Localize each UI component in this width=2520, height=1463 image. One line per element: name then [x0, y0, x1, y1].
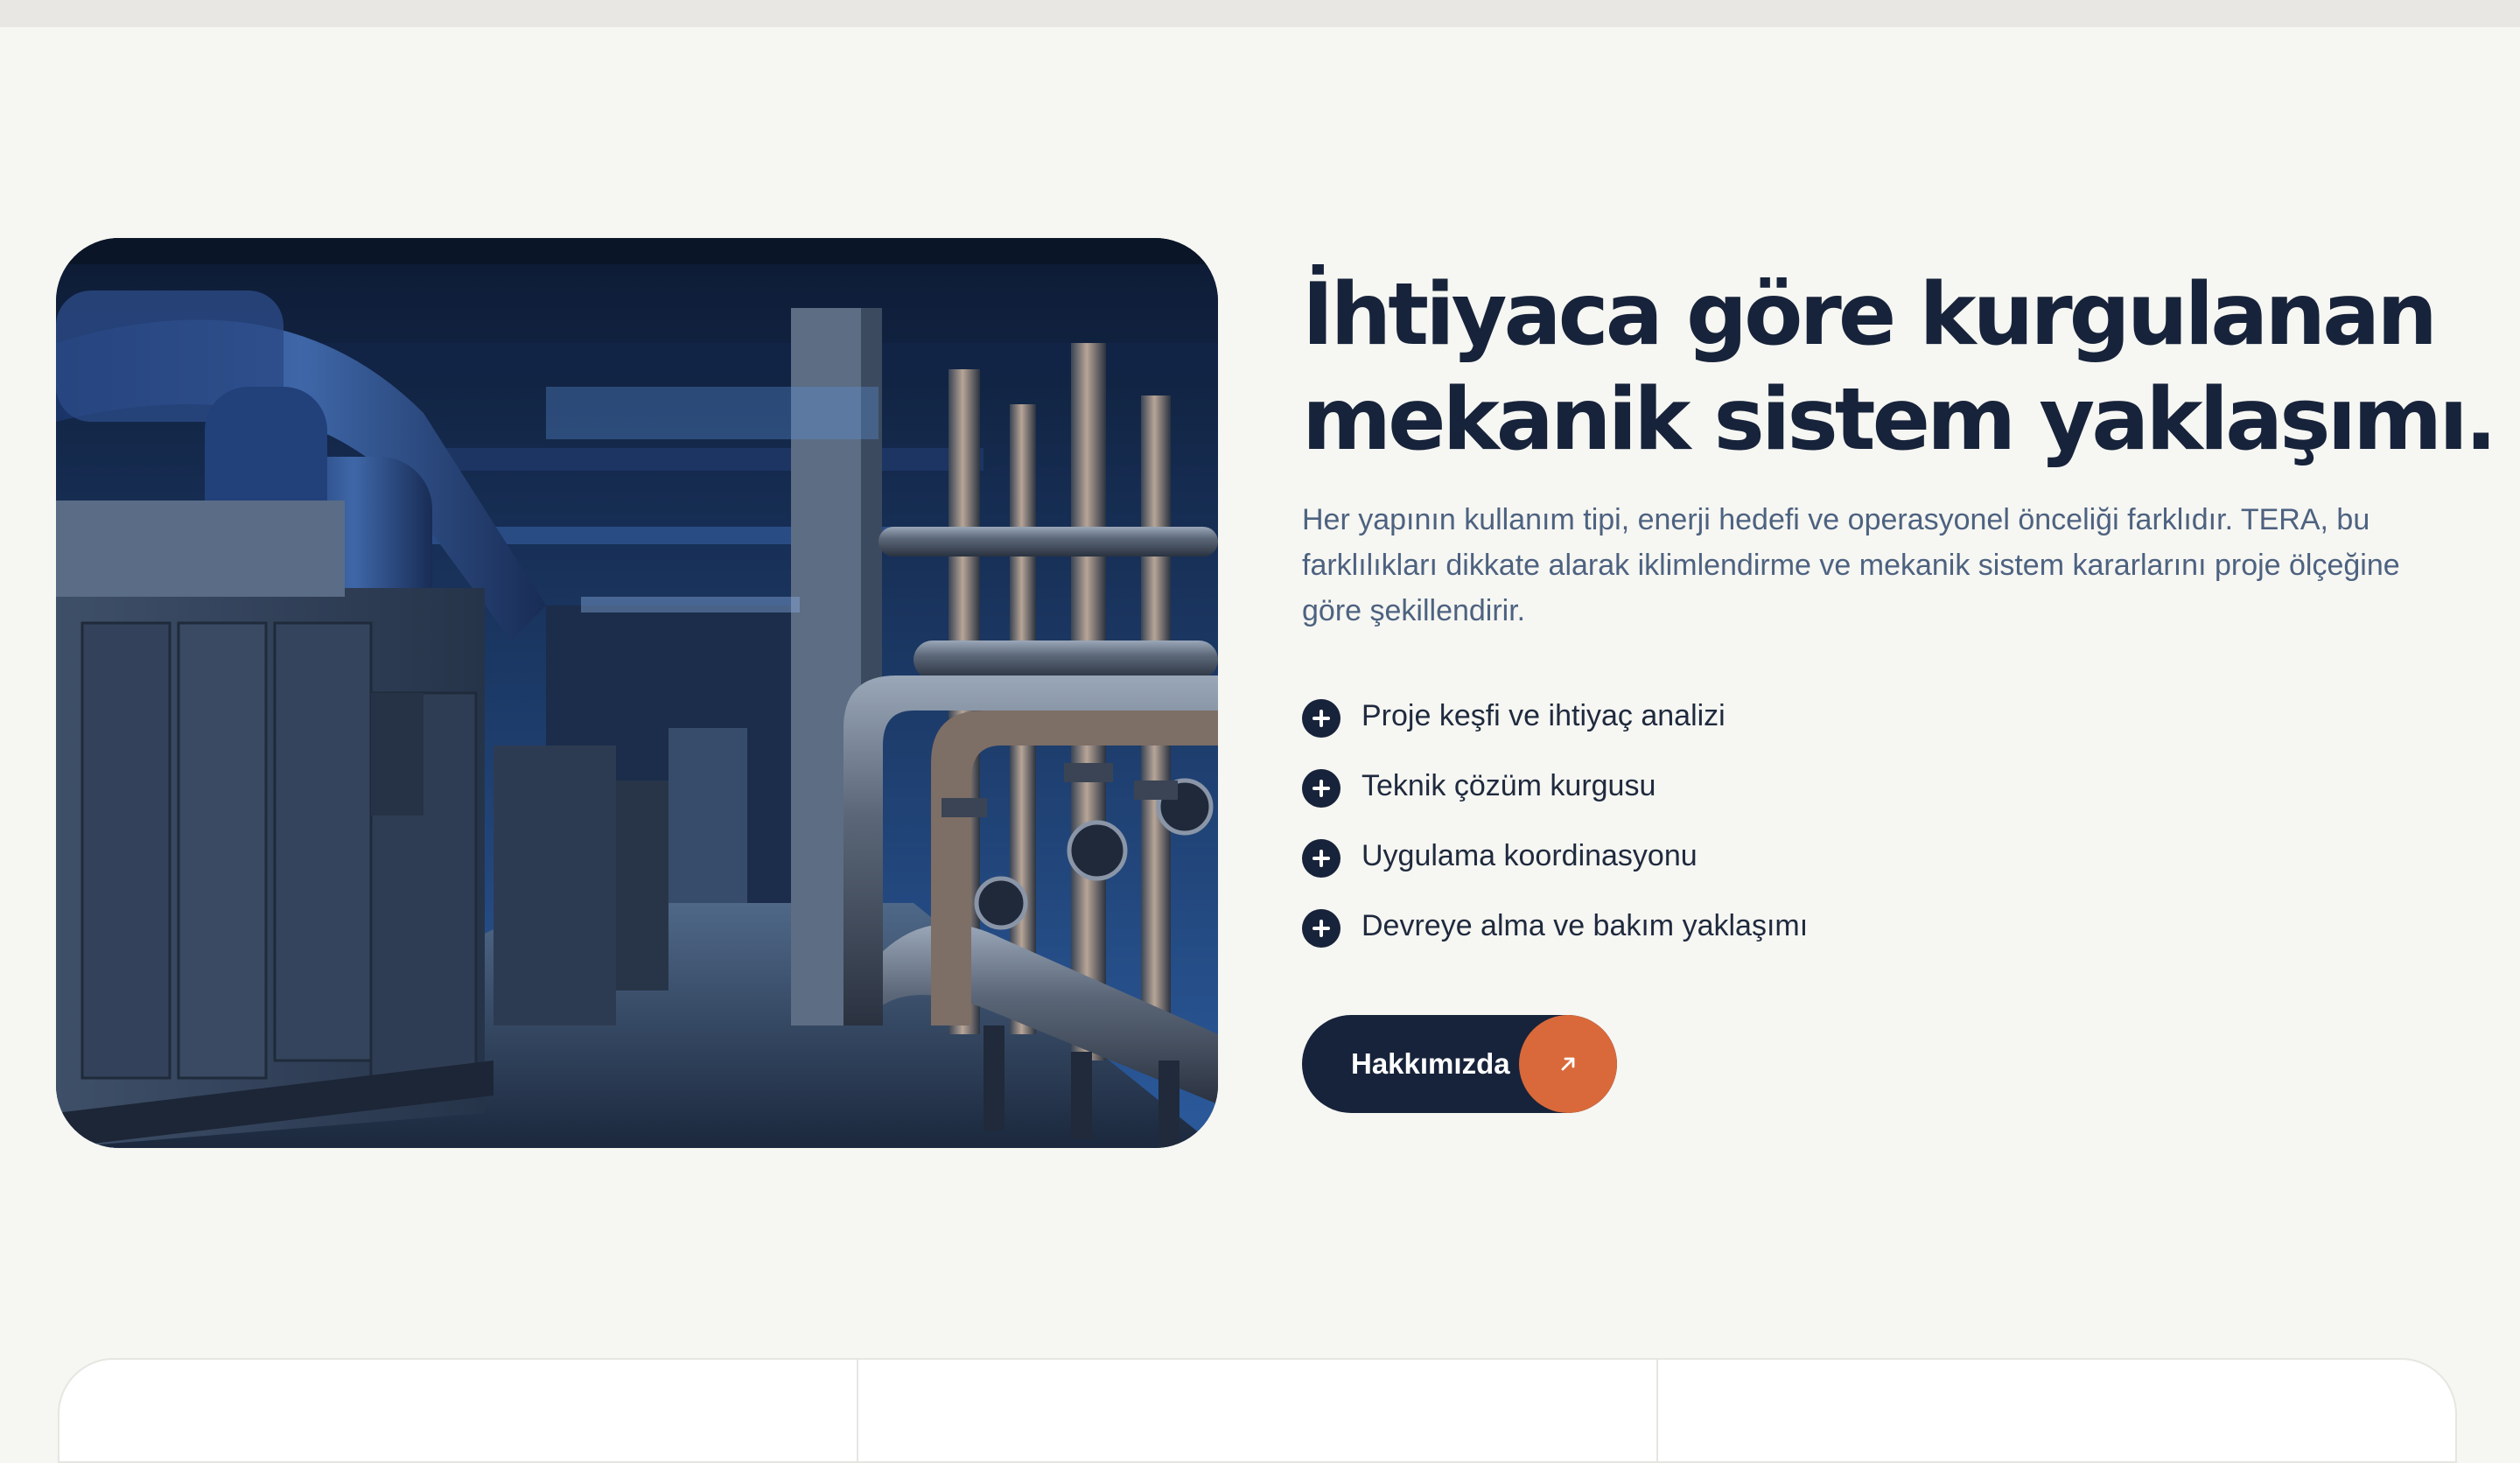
feature-item: Uygulama koordinasyonu [1302, 821, 2440, 891]
plus-icon [1302, 769, 1340, 808]
feature-card [858, 1360, 1658, 1461]
feature-label: Teknik çözüm kurgusu [1362, 768, 1656, 802]
feature-list: Proje keşfi ve ihtiyaç analizi Teknik çö… [1302, 681, 2440, 961]
hero-heading: İhtiyaca göre kurgulanan mekanik sistem … [1302, 262, 2497, 472]
hero-description: Her yapının kullanım tipi, enerji hedefi… [1302, 503, 2400, 627]
about-us-button-label: Hakkımızda [1351, 1047, 1510, 1080]
about-us-button[interactable]: Hakkımızda [1302, 1015, 1617, 1113]
feature-card [60, 1360, 859, 1461]
hero-heading-line2: mekanik sistem yaklaşımı. [1302, 370, 2497, 470]
feature-label: Proje keşfi ve ihtiyaç analizi [1362, 698, 1726, 732]
feature-card [1658, 1360, 2455, 1461]
arrow-up-right-icon [1519, 1015, 1617, 1113]
hero-content: İhtiyaca göre kurgulanan mekanik sistem … [1302, 262, 2497, 1113]
feature-item: Devreye alma ve bakım yaklaşımı [1302, 891, 2440, 961]
feature-item: Teknik çözüm kurgusu [1302, 751, 2440, 821]
hero-heading-line1: İhtiyaca göre kurgulanan [1302, 265, 2438, 365]
mechanical-room-photo [56, 238, 1218, 1148]
top-strip [0, 0, 2520, 27]
plus-icon [1302, 909, 1340, 948]
feature-label: Uygulama koordinasyonu [1362, 838, 1698, 872]
plus-icon [1302, 699, 1340, 738]
feature-item: Proje keşfi ve ihtiyaç analizi [1302, 681, 2440, 751]
plus-icon [1302, 839, 1340, 878]
feature-cards-strip [58, 1358, 2457, 1463]
feature-label: Devreye alma ve bakım yaklaşımı [1362, 908, 1809, 942]
